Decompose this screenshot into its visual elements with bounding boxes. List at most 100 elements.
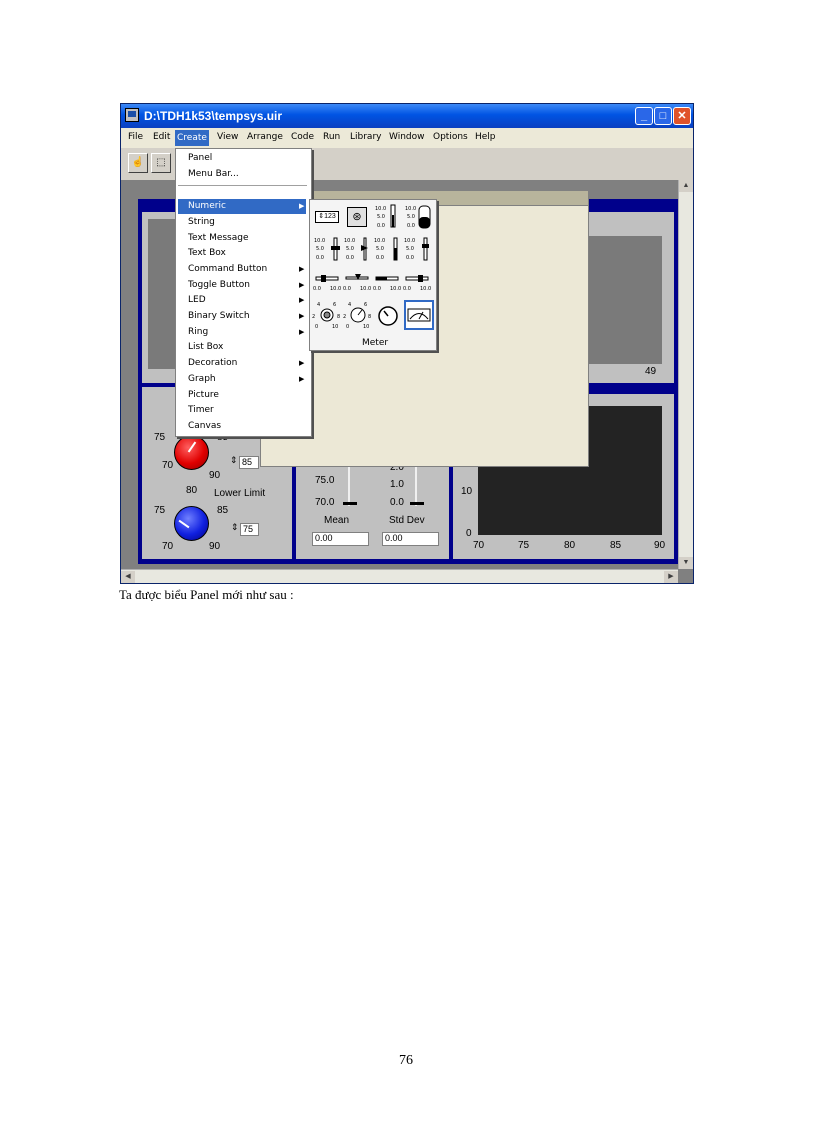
hslide3-tick-left: 0.0 [373, 286, 381, 292]
numeric-submenu: ⇕123 ⊛ 10.0 5.0 0.0 10.0 5.0 0.0 10.0 5.… [309, 199, 437, 351]
lower-limit-knob[interactable] [174, 506, 209, 541]
menu-item-binary-switch[interactable]: Binary Switch [188, 311, 250, 321]
vslide1-tick-bottom: 0.0 [316, 255, 324, 261]
minimize-button[interactable]: _ [635, 107, 653, 125]
ring-arrow-icon: ▶ [299, 328, 305, 336]
horizontal-slide-icon[interactable]: 0.0 10.0 [313, 273, 343, 293]
vertical-slide-icon[interactable]: 10.0 5.0 0.0 [314, 236, 342, 264]
knob-dial-icon[interactable]: 2 4 6 8 0 10 [312, 300, 342, 330]
menu-item-text-message[interactable]: Text Message [188, 233, 249, 243]
mean-tick-70: 70.0 [315, 497, 335, 508]
vslide4-tick-mid: 5.0 [406, 246, 414, 252]
spin-knob-icon[interactable]: ⊛ [347, 207, 367, 227]
vertical-scrollbar[interactable]: ▲ ▼ [678, 180, 693, 569]
menu-edit[interactable]: Edit [153, 132, 170, 142]
menu-item-picture[interactable]: Picture [188, 390, 219, 400]
gauge-icon[interactable] [376, 304, 400, 328]
vslide1-tick-top: 10.0 [314, 238, 325, 244]
hslide4-tick-left: 0.0 [403, 286, 411, 292]
lower-tick-70: 70 [162, 541, 174, 552]
menu-view[interactable]: View [217, 132, 238, 142]
menu-item-string[interactable]: String [188, 217, 215, 227]
menu-item-decoration[interactable]: Decoration [188, 358, 237, 368]
scroll-up-icon[interactable]: ▲ [679, 180, 693, 192]
horizontal-fill-slide-icon[interactable]: 0.0 10.0 [373, 273, 403, 293]
page-number: 76 [399, 1053, 413, 1068]
histogram-x-tick-70: 70 [473, 540, 485, 551]
dial-tick-tl: 4 [348, 302, 351, 308]
close-button[interactable]: ✕ [673, 107, 691, 125]
menu-item-led[interactable]: LED [188, 295, 206, 305]
menu-arrange[interactable]: Arrange [247, 132, 283, 142]
menu-item-command-button[interactable]: Command Button [188, 264, 267, 274]
vertical-bar-slide-icon[interactable]: 10.0 5.0 0.0 [404, 236, 432, 264]
vertical-thermometer-icon[interactable]: 10.0 5.0 0.0 [374, 203, 400, 233]
tank-icon[interactable]: 10.0 5.0 0.0 [405, 203, 433, 233]
lower-limit-value[interactable]: 75 [240, 523, 259, 536]
thermo-tick-bottom: 0.0 [377, 223, 385, 229]
upper-limit-knob[interactable] [174, 435, 209, 470]
upper-tick-90: 90 [209, 470, 221, 481]
graph-arrow-icon: ▶ [299, 375, 305, 383]
stddev-value[interactable]: 0.00 [382, 532, 439, 546]
menu-item-menu-bar[interactable]: Menu Bar... [188, 169, 239, 179]
numeric-control-icon[interactable]: ⇕123 [315, 211, 339, 223]
vslide4-tick-bottom: 0.0 [406, 255, 414, 261]
vslide1-tick-mid: 5.0 [316, 246, 324, 252]
menu-run[interactable]: Run [323, 132, 340, 142]
upper-tick-70: 70 [162, 460, 174, 471]
mean-meter-indicator [343, 502, 357, 505]
mean-value[interactable]: 0.00 [312, 532, 369, 546]
menu-item-ring[interactable]: Ring [188, 327, 208, 337]
select-tool-icon[interactable]: ⬚ [151, 153, 171, 173]
hslide3-tick-right: 10.0 [390, 286, 401, 292]
knobdial-tick-br: 10 [332, 324, 338, 330]
upper-spin-arrows[interactable]: ⇕ [230, 455, 238, 466]
hslide1-tick-left: 0.0 [313, 286, 321, 292]
upper-limit-value[interactable]: 85 [239, 456, 259, 469]
meter-icon[interactable] [404, 300, 434, 330]
vertical-pointer-slide-icon[interactable]: 10.0 5.0 0.0 [344, 236, 372, 264]
menu-code[interactable]: Code [291, 132, 314, 142]
hslide4-tick-right: 10.0 [420, 286, 431, 292]
menu-item-graph[interactable]: Graph [188, 374, 216, 384]
menu-help[interactable]: Help [475, 132, 496, 142]
histogram-x-tick-80: 80 [564, 540, 576, 551]
figure-caption: Ta được biểu Panel mới như sau : [119, 587, 294, 602]
maximize-button[interactable]: □ [654, 107, 672, 125]
menu-create[interactable]: Create [175, 130, 209, 146]
stddev-tick-0: 0.0 [390, 497, 404, 508]
dial-icon[interactable]: 2 4 6 8 0 10 [343, 300, 373, 330]
dial-tick-br: 10 [363, 324, 369, 330]
menu-item-timer[interactable]: Timer [188, 405, 214, 415]
scroll-down-icon[interactable]: ▼ [679, 557, 693, 569]
menu-library[interactable]: Library [350, 132, 381, 142]
stddev-meter-track [415, 462, 417, 506]
operate-tool-icon[interactable]: ☝ [128, 153, 148, 173]
create-menu: Panel Menu Bar... Numeric ▶ String Text … [175, 148, 312, 437]
menu-item-text-box[interactable]: Text Box [188, 248, 226, 258]
submenu-caption: Meter [362, 338, 389, 348]
title-bar[interactable]: D:\TDH1k53\tempsys.uir _ □ ✕ [121, 104, 693, 128]
menu-item-numeric[interactable]: Numeric [188, 201, 226, 211]
menu-file[interactable]: File [128, 132, 143, 142]
horizontal-bar-slide-icon[interactable]: 0.0 10.0 [403, 273, 433, 293]
vertical-fill-slide-icon[interactable]: 10.0 5.0 0.0 [374, 236, 402, 264]
lower-spin-arrows[interactable]: ⇕ [231, 522, 239, 533]
horizontal-scrollbar[interactable]: ◀ ▶ [121, 569, 678, 583]
stddev-tick-1: 1.0 [390, 479, 404, 490]
scroll-right-icon[interactable]: ▶ [664, 571, 678, 583]
horizontal-pointer-slide-icon[interactable]: 0.0 10.0 [343, 273, 373, 293]
window-title: D:\TDH1k53\tempsys.uir [144, 109, 283, 123]
menu-window[interactable]: Window [389, 132, 425, 142]
menu-item-toggle-button[interactable]: Toggle Button [188, 280, 250, 290]
menu-options[interactable]: Options [433, 132, 468, 142]
menu-item-panel[interactable]: Panel [188, 153, 212, 163]
menu-item-canvas[interactable]: Canvas [188, 421, 221, 431]
menu-item-list-box[interactable]: List Box [188, 342, 223, 352]
dial-tick-tr: 6 [364, 302, 367, 308]
upper-chart-value: 49 [645, 366, 657, 377]
lower-tick-90: 90 [209, 541, 221, 552]
scroll-left-icon[interactable]: ◀ [121, 571, 135, 583]
toggle-button-arrow-icon: ▶ [299, 281, 305, 289]
